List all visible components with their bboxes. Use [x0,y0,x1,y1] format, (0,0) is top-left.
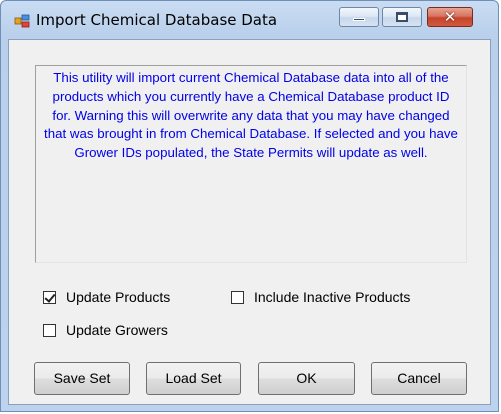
close-button[interactable]: ✕ [427,7,473,27]
update-growers-option[interactable]: Update Growers [43,322,168,338]
include-inactive-products-label: Include Inactive Products [254,289,411,305]
include-inactive-products-option[interactable]: Include Inactive Products [231,289,410,305]
update-products-checkbox[interactable] [43,290,56,304]
cancel-button[interactable]: Cancel [371,362,467,395]
update-products-label: Update Products [66,289,171,305]
maximize-button[interactable] [382,7,422,27]
save-set-button[interactable]: Save Set [34,362,130,395]
ok-button[interactable]: OK [258,362,355,395]
app-icon [14,13,30,29]
title-bar[interactable]: Import Chemical Database Data ✕ [1,1,498,39]
load-set-button[interactable]: Load Set [146,362,241,395]
update-products-option[interactable]: Update Products [43,289,170,305]
update-growers-label: Update Growers [66,322,168,338]
window-title: Import Chemical Database Data [36,11,278,29]
minimize-icon [353,18,365,21]
close-icon: ✕ [443,8,457,26]
info-message: This utility will import current Chemica… [44,70,458,161]
include-inactive-products-checkbox[interactable] [231,290,244,304]
dialog-client-area: This utility will import current Chemica… [8,39,491,405]
dialog-window: Import Chemical Database Data ✕ This uti… [0,0,499,412]
update-growers-checkbox[interactable] [43,323,56,337]
minimize-button[interactable] [339,7,379,27]
maximize-icon [396,12,408,22]
info-panel: This utility will import current Chemica… [35,65,467,263]
